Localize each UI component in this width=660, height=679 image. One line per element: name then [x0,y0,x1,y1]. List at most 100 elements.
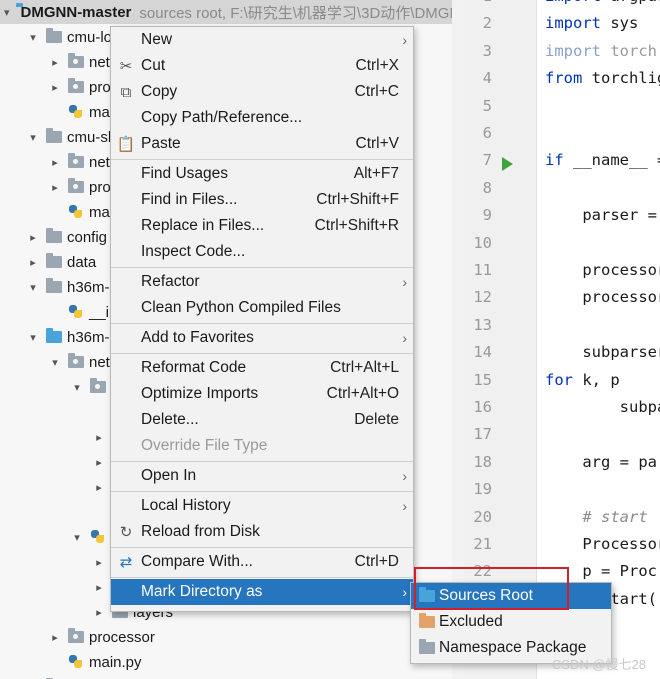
code-line[interactable]: 14 subparsers [464,343,660,370]
code-line[interactable]: 15 for k, p [464,371,660,398]
menu-separator [111,159,413,160]
menu-item-label: Refactor [141,273,200,290]
menu-item-add-favorites[interactable]: Add to Favorites › [111,325,413,351]
code-line[interactable]: 7 if __name__ == [464,151,660,178]
code-rest: subparsers [582,343,660,362]
line-number: 19 [473,480,492,499]
code-line[interactable]: 2 import sys [464,14,660,41]
code-line[interactable]: 3 import torch [464,42,660,69]
menu-item-compare-with[interactable]: ⇄ Compare With... Ctrl+D [111,549,413,575]
menu-item-reformat-code[interactable]: Reformat Code Ctrl+Alt+L [111,355,413,381]
code-text: processors [545,288,660,306]
namespace-package-folder-icon [419,639,435,654]
line-number: 16 [473,398,492,416]
code-line[interactable]: 20 # start [464,508,660,535]
tree-row[interactable]: main.py [0,650,452,674]
expand-arrow-icon[interactable]: ▸ [92,581,106,594]
menu-item-inspect-code[interactable]: Inspect Code... [111,239,413,265]
package-folder-icon [68,153,84,168]
menu-item-refactor[interactable]: Refactor › [111,269,413,295]
code-line[interactable]: 6 [464,124,660,151]
expand-arrow-icon[interactable]: ▸ [92,481,106,494]
expand-arrow-icon[interactable]: ▸ [48,631,62,644]
expand-arrow-icon[interactable]: ▸ [48,156,62,169]
expand-arrow-icon[interactable]: ▸ [26,231,40,244]
line-number: 10 [473,233,492,252]
expand-arrow-icon[interactable]: ▾ [26,31,40,44]
expand-arrow-icon[interactable]: ▸ [92,556,106,569]
line-number: 3 [482,41,492,60]
code-line[interactable]: 18 arg = pa [464,453,660,480]
menu-item-find-usages[interactable]: Find Usages Alt+F7 [111,161,413,187]
tree-row[interactable]: ▾img [0,675,452,679]
expand-arrow-icon[interactable]: ▸ [48,56,62,69]
context-menu: New › ✂ Cut Ctrl+X ⧉ Copy Ctrl+C Copy Path/Refer… [110,26,414,612]
expand-arrow-icon[interactable]: ▸ [92,431,106,444]
expand-arrow-icon[interactable]: ▾ [26,131,40,144]
submenu-item-excluded[interactable]: Excluded [411,609,611,635]
code-rest: __name__ == [573,151,660,170]
run-gutter-icon[interactable] [502,157,513,172]
code-line[interactable]: 12 processors [464,288,660,315]
line-number: 15 [473,370,492,389]
code-text: arg = pa [545,453,657,471]
code-line[interactable]: 1 import argparse [464,0,660,14]
menu-item-copy[interactable]: ⧉ Copy Ctrl+C [111,79,413,105]
code-line[interactable]: 11 processors [464,261,660,288]
expand-arrow-icon[interactable]: ▾ [26,331,40,344]
code-line[interactable]: 5 [464,97,660,124]
tree-item-label: main.py [89,653,142,671]
code-keyword: import [545,14,601,33]
code-line[interactable]: 21 Processor [464,535,660,562]
menu-item-shortcut: Ctrl+Alt+O [326,385,399,402]
code-rest: torchlight [591,69,660,88]
python-file-icon [68,204,84,220]
menu-item-replace-in-files[interactable]: Replace in Files... Ctrl+Shift+R [111,213,413,239]
expand-arrow-icon[interactable]: ▾ [48,356,62,369]
expand-arrow-icon[interactable]: ▾ [4,6,10,19]
code-line[interactable]: 8 [464,179,660,206]
menu-item-optimize-imports[interactable]: Optimize Imports Ctrl+Alt+O [111,381,413,407]
expand-arrow-icon[interactable]: ▸ [26,256,40,269]
menu-item-clean-python[interactable]: Clean Python Compiled Files [111,295,413,321]
code-line[interactable]: 19 [464,480,660,507]
expand-arrow-icon[interactable]: ▸ [48,181,62,194]
menu-item-copy-path[interactable]: Copy Path/Reference... [111,105,413,131]
expand-arrow-icon[interactable]: ▾ [70,531,84,544]
code-line[interactable]: 16 subpa [464,398,660,425]
menu-item-find-in-files[interactable]: Find in Files... Ctrl+Shift+F [111,187,413,213]
tree-row[interactable]: ▸ processor [0,625,452,649]
expand-arrow-icon[interactable]: ▾ [26,281,40,294]
expand-arrow-icon[interactable]: ▾ [70,381,84,394]
menu-item-shortcut: Ctrl+Alt+L [330,359,399,376]
submenu-arrow-icon: › [402,32,407,48]
expand-arrow-icon[interactable]: ▸ [92,606,106,619]
expand-arrow-icon[interactable]: ▸ [92,456,106,469]
menu-separator [111,461,413,462]
code-rest: torch [601,41,657,60]
menu-item-local-history[interactable]: Local History › [111,493,413,519]
folder-icon [46,128,62,143]
menu-item-delete[interactable]: Delete... Delete [111,407,413,433]
reload-from-disk-icon: ↻ [119,524,133,541]
menu-item-shortcut: Ctrl+X [355,57,400,74]
menu-item-cut[interactable]: ✂ Cut Ctrl+X [111,53,413,79]
menu-item-new[interactable]: New › [111,27,413,53]
menu-item-paste[interactable]: 📋 Paste Ctrl+V [111,131,413,157]
tree-root-row[interactable]: ▾ DMGNN-master sources root, F:\研究生\机器学习… [0,0,452,24]
code-line[interactable]: 9 parser = [464,206,660,233]
line-number: 21 [473,535,492,553]
code-rest: k, p [573,370,620,389]
code-line[interactable]: 4 from torchlight [464,69,660,96]
menu-item-open-in[interactable]: Open In › [111,463,413,489]
package-folder-icon [68,78,84,93]
code-line[interactable]: 13 [464,316,660,343]
code-line[interactable]: 10 [464,234,660,261]
menu-item-mark-directory-as[interactable]: Mark Directory as › [111,579,413,605]
code-line[interactable]: 17 [464,425,660,452]
menu-item-label: Mark Directory as [141,583,263,600]
menu-item-reload-from-disk[interactable]: ↻ Reload from Disk [111,519,413,545]
package-folder-icon [68,628,84,643]
code-text: import torch [545,42,657,60]
expand-arrow-icon[interactable]: ▸ [48,81,62,94]
